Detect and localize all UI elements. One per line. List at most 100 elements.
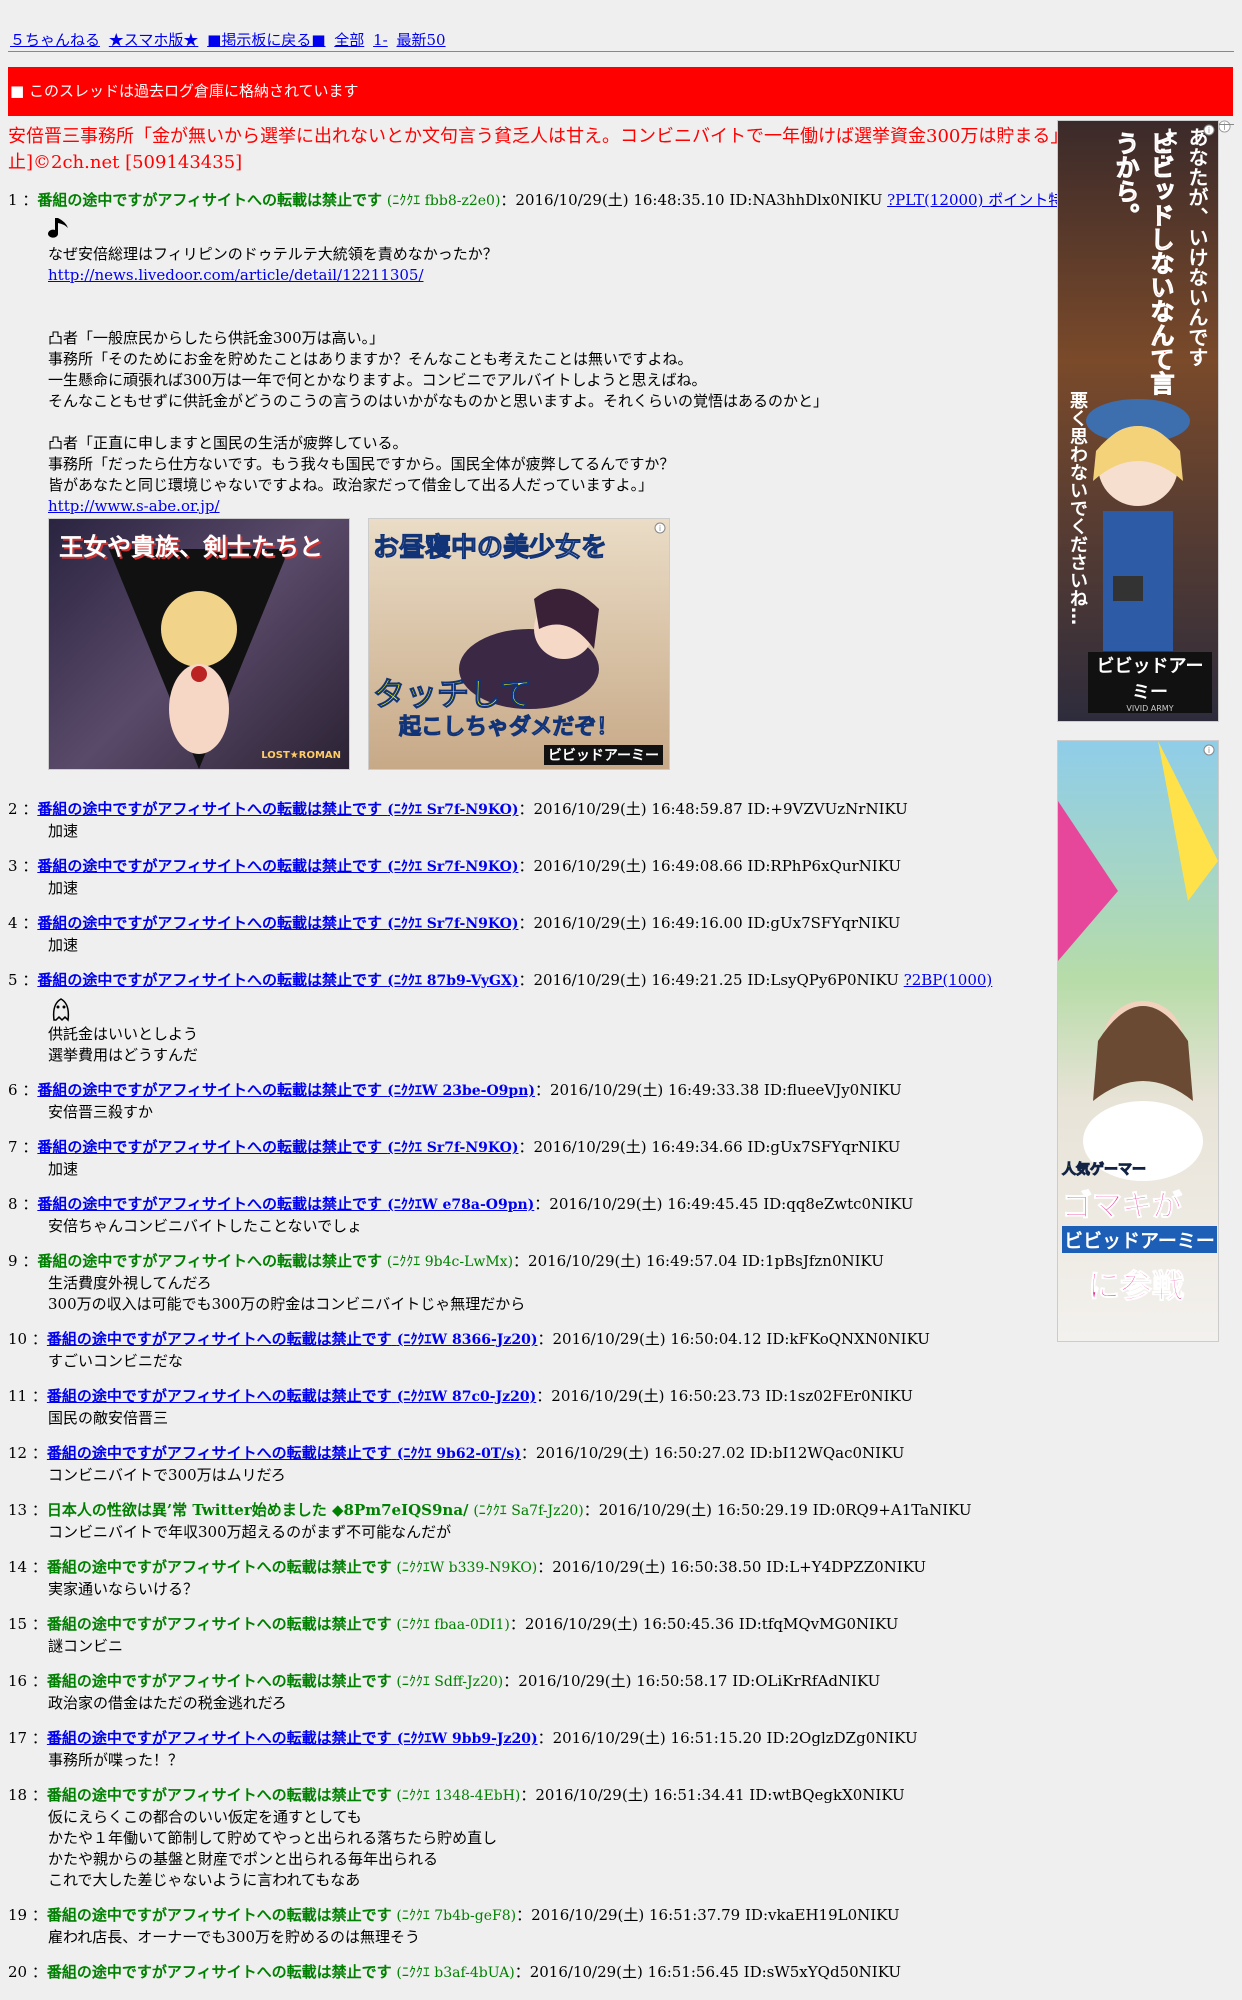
header-divider [8, 51, 1234, 52]
post-body: 事務所が喋った！？ [48, 1750, 1053, 1771]
svg-text:i: i [1208, 126, 1210, 135]
post-text-line: 安倍ちゃんコンビニバイトしたことないでしょ [48, 1217, 363, 1235]
ad-info-icon[interactable]: i [654, 522, 666, 534]
post-number[interactable]: 4 [8, 914, 18, 932]
post: 10 ：番組の途中ですがアフィサイトへの転載は禁止です (ﾆｸｸｴW 8366-… [8, 1329, 1053, 1372]
post-body: 加速 [48, 935, 1053, 956]
poster-uid: (ﾆｸｸｴ 7b4b-geF8) [396, 1908, 517, 1924]
post-number[interactable]: 15 [8, 1615, 27, 1633]
poster-name: 番組の途中ですがアフィサイトへの転載は禁止です [37, 1138, 383, 1156]
poster-name-link[interactable]: 番組の途中ですがアフィサイトへの転載は禁止です (ﾆｸｸｴW 23be-O9pn… [37, 1081, 535, 1099]
poster-name-link[interactable]: 番組の途中ですがアフィサイトへの転載は禁止です (ﾆｸｸｴ Sr7f-N9KO) [37, 800, 518, 818]
post-meta: ：2016/10/29(土) 16:50:27.02 ID:bI12WQac0N… [520, 1444, 905, 1462]
back-to-board-link[interactable]: ■掲示板に戻る■ [207, 31, 325, 49]
all-posts-link[interactable]: 全部 [334, 31, 364, 49]
poster-name: 番組の途中ですがアフィサイトへの転載は禁止です [37, 191, 383, 209]
ad-info-icon[interactable]: i [1203, 744, 1215, 756]
post-text-line: 加速 [48, 822, 79, 840]
post-number[interactable]: 2 [8, 800, 18, 818]
poster-name-link[interactable]: 番組の途中ですがアフィサイトへの転載は禁止です (ﾆｸｸｴW 9bb9-Jz20… [47, 1729, 538, 1747]
post-meta: ：2016/10/29(土) 16:49:21.25 ID:LsyQPy6P0N… [518, 971, 899, 989]
archived-notice-text: ■ このスレッドは過去ログ倉庫に格納されています [10, 82, 359, 100]
post-text-line: 謎コンビニ [48, 1637, 124, 1655]
post-header: 5 ：番組の途中ですがアフィサイトへの転載は禁止です (ﾆｸｸｴ 87b9-Vy… [8, 971, 993, 989]
ad-logo: LOST★ROMAN [261, 750, 341, 761]
post-link[interactable]: http://www.s-abe.or.jp/ [48, 496, 1053, 517]
post-text-line: 供託金はいいとしよう [48, 1025, 199, 1043]
post-body: 加速 [48, 821, 1053, 842]
post: 14 ：番組の途中ですがアフィサイトへの転載は禁止です (ﾆｸｸｴW b339-… [8, 1557, 1053, 1600]
post-link[interactable]: http://news.livedoor.com/article/detail/… [48, 265, 1053, 286]
post-number[interactable]: 16 [8, 1672, 27, 1690]
post-text-line: コンビニバイトで年収300万超えるのがまず不可能なんだが [48, 1523, 452, 1541]
top-navigation: ５ちゃんねる ★スマホ版★ ■掲示板に戻る■ 全部 1- 最新50 [10, 30, 450, 51]
post-body: なぜ安倍総理はフィリピンのドゥテルテ大統領を責めなかったか？ http://new… [48, 244, 1053, 517]
ad-logo: ビビッドアーミー [543, 745, 663, 765]
post-number[interactable]: 11 [8, 1387, 27, 1405]
post: 17 ：番組の途中ですがアフィサイトへの転載は禁止です (ﾆｸｸｴW 9bb9-… [8, 1728, 1053, 1771]
post-text-line [48, 412, 1053, 433]
post-body: 安倍ちゃんコンビニバイトしたことないでしょ [48, 1216, 1053, 1237]
post-header: 16 ：番組の途中ですがアフィサイトへの転載は禁止です (ﾆｸｸｴ Sdff-J… [8, 1672, 881, 1690]
post: 20 ：番組の途中ですがアフィサイトへの転載は禁止です (ﾆｸｸｴ b3af-4… [8, 1962, 1053, 1984]
post-body: 加速 [48, 878, 1053, 899]
post-header: 10 ：番組の途中ですがアフィサイトへの転載は禁止です (ﾆｸｸｴW 8366-… [8, 1330, 930, 1348]
be-points-link[interactable]: ?2BP(1000) [904, 971, 993, 989]
poster-uid: (ﾆｸｸｴ fbb8-z2e0) [386, 193, 501, 209]
post-body: 安倍晋三殺すか [48, 1102, 1053, 1123]
post-text-line: 事務所が喋った！？ [48, 1751, 184, 1769]
site-home-link[interactable]: ５ちゃんねる [10, 31, 100, 49]
post-number[interactable]: 19 [8, 1906, 27, 1924]
post-number[interactable]: 17 [8, 1729, 27, 1747]
post-text-line: なぜ安倍総理はフィリピンのドゥテルテ大統領を責めなかったか？ [48, 245, 498, 263]
poster-name-link[interactable]: 番組の途中ですがアフィサイトへの転載は禁止です (ﾆｸｸｴ Sr7f-N9KO) [37, 857, 518, 875]
sidebar-ad-vivid-army[interactable]: あなたが、いけないんですよ… ビビッドしないなんて言うから。 悪く思わないでくだ… [1057, 120, 1219, 722]
ad-big-3: に参戦 [1087, 1267, 1185, 1306]
post-number[interactable]: 14 [8, 1558, 27, 1576]
post-number[interactable]: 1 [8, 191, 18, 209]
poster-name-link[interactable]: 番組の途中ですがアフィサイトへの転載は禁止です (ﾆｸｸｴ Sr7f-N9KO) [37, 914, 518, 932]
post-body: 生活費度外視してんだろ 300万の収入は可能でも300万の貯金はコンビニバイトじゃ… [48, 1273, 1053, 1315]
post-number[interactable]: 20 [8, 1963, 27, 1981]
poster-name-link[interactable]: 番組の途中ですがアフィサイトへの転載は禁止です (ﾆｸｸｴ 87b9-VyGX) [37, 971, 518, 989]
poster-name-link[interactable]: 番組の途中ですがアフィサイトへの転載は禁止です (ﾆｸｸｴW 8366-Jz20… [47, 1330, 538, 1348]
ad-info-icon[interactable]: i [1218, 120, 1231, 133]
post-header: 1 ：番組の途中ですがアフィサイトへの転載は禁止です (ﾆｸｸｴ fbb8-z2… [8, 191, 1079, 209]
post-number[interactable]: 5 [8, 971, 18, 989]
poster-name: 番組の途中ですがアフィサイトへの転載は禁止です [37, 800, 383, 818]
post-text-line: 皆があなたと同じ環境じゃないですよね。政治家だって借金して出る人だっていますよ。… [48, 476, 654, 494]
post-number[interactable]: 13 [8, 1501, 27, 1519]
post-number[interactable]: 8 [8, 1195, 18, 1213]
poster-name-link[interactable]: 番組の途中ですがアフィサイトへの転載は禁止です (ﾆｸｸｴ Sr7f-N9KO) [37, 1138, 518, 1156]
post-meta: ：2016/10/29(土) 16:48:59.87 ID:+9VZVUzNrN… [518, 800, 908, 818]
poster-name-link[interactable]: 番組の途中ですがアフィサイトへの転載は禁止です (ﾆｸｸｴ 9b62-0T/s) [47, 1444, 521, 1462]
post-header: 8 ：番組の途中ですがアフィサイトへの転載は禁止です (ﾆｸｸｴW e78a-O… [8, 1195, 914, 1213]
ad-banner-lost-roman[interactable]: 王女や貴族、剣士たちと LOST★ROMAN [48, 518, 350, 770]
be-points-link[interactable]: ?PLT(12000) ポイント特典 [887, 191, 1078, 209]
ad-banner-vivid-army-nap[interactable]: お昼寝中の美少女を タッチして 起こしちゃダメだぞ！ ビビッドアーミー i [368, 518, 670, 770]
post: 5 ：番組の途中ですがアフィサイトへの転載は禁止です (ﾆｸｸｴ 87b9-Vy… [8, 970, 1053, 1066]
poster-name-link[interactable]: 番組の途中ですがアフィサイトへの転載は禁止です (ﾆｸｸｴW 87c0-Jz20… [47, 1387, 536, 1405]
post-text-line: そんなこともせずに供託金がどうのこうの言うのはいかがなものかと思いますよ。それく… [48, 392, 829, 410]
post-number[interactable]: 12 [8, 1444, 27, 1462]
post-number[interactable]: 18 [8, 1786, 27, 1804]
thread-title: 安倍晋三事務所「金が無いから選挙に出れないとか文句言う貧乏人は甘え。コンビニバイ… [8, 126, 1172, 173]
post-text-line: 実家通いならいける？ [48, 1580, 199, 1598]
post-body: 実家通いならいける？ [48, 1579, 1053, 1600]
post-body: 加速 [48, 1159, 1053, 1180]
post-meta: ：2016/10/29(土) 16:51:15.20 ID:2OglzDZg0N… [537, 1729, 918, 1747]
post-number[interactable]: 10 [8, 1330, 27, 1348]
latest-50-link[interactable]: 最新50 [396, 31, 445, 49]
post: 16 ：番組の途中ですがアフィサイトへの転載は禁止です (ﾆｸｸｴ Sdff-J… [8, 1671, 1053, 1714]
ad-info-icon[interactable]: i [1203, 124, 1215, 136]
post-number[interactable]: 7 [8, 1138, 18, 1156]
post-body: 供託金はいいとしよう 選挙費用はどうすんだ [48, 1024, 1053, 1066]
music-note-icon [48, 218, 68, 238]
sidebar-ad-gomaki[interactable]: 人気ゲーマー ゴマキが ビビッドアーミー に参戦 i [1057, 740, 1219, 1342]
poster-name-link[interactable]: 番組の途中ですがアフィサイトへの転載は禁止です (ﾆｸｸｴW e78a-O9pn… [37, 1195, 534, 1213]
range-link[interactable]: 1- [373, 31, 388, 49]
post-number[interactable]: 9 [8, 1252, 18, 1270]
post-number[interactable]: 6 [8, 1081, 18, 1099]
post-number[interactable]: 3 [8, 857, 18, 875]
smartphone-version-link[interactable]: ★スマホ版★ [109, 31, 199, 49]
